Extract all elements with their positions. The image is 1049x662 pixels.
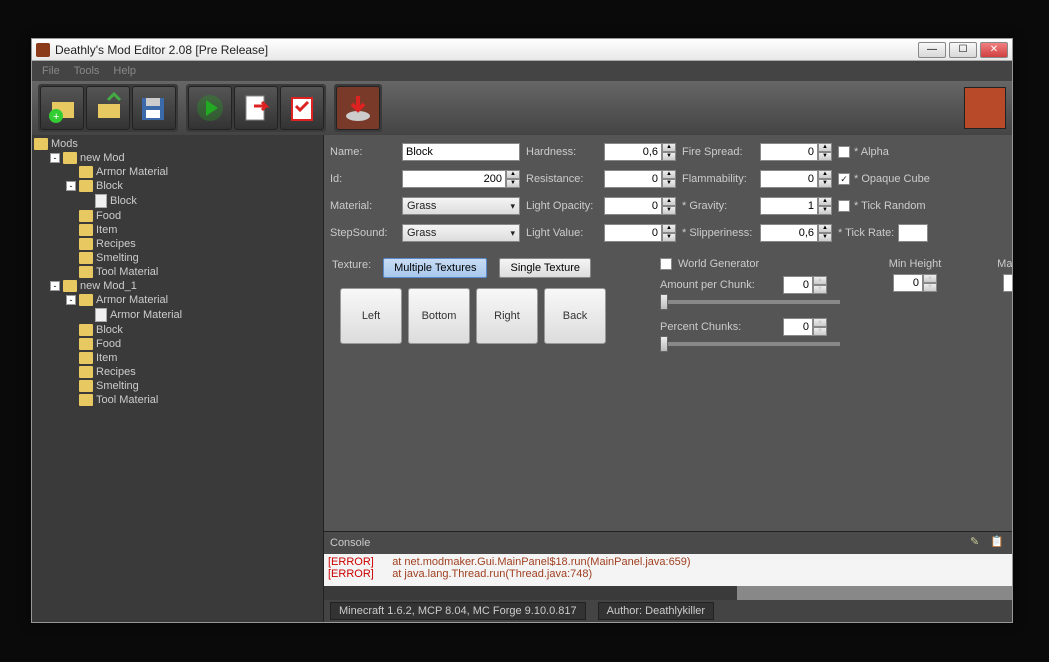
toolbar: +: [32, 81, 1012, 135]
tree-item[interactable]: Tool Material: [34, 265, 321, 279]
flammability-spinner[interactable]: ▲▼: [760, 170, 832, 188]
new-mod-button[interactable]: +: [40, 86, 84, 130]
tree-item[interactable]: Item: [34, 223, 321, 237]
avatar: [964, 87, 1006, 129]
tree-item[interactable]: -new Mod_1: [34, 279, 321, 293]
checklist-button[interactable]: [280, 86, 324, 130]
tree-item[interactable]: Item: [34, 351, 321, 365]
hardness-spinner[interactable]: ▲▼: [604, 143, 676, 161]
lightvalue-spinner[interactable]: ▲▼: [604, 224, 676, 242]
menubar: File Tools Help: [32, 61, 1012, 81]
lightopacity-spinner[interactable]: ▲▼: [604, 197, 676, 215]
stepsound-combo[interactable]: Grass: [402, 224, 520, 242]
alpha-checkbox[interactable]: [838, 146, 850, 158]
statusbar: Minecraft 1.6.2, MCP 8.04, MC Forge 9.10…: [324, 600, 1012, 622]
tree-root[interactable]: Mods: [34, 137, 321, 151]
open-button[interactable]: [86, 86, 130, 130]
clear-console-icon[interactable]: ✎: [970, 535, 986, 551]
tree-item[interactable]: -Armor Material: [34, 293, 321, 307]
tickrandom-checkbox[interactable]: [838, 200, 850, 212]
tree-item[interactable]: -new Mod: [34, 151, 321, 165]
properties-panel: Name: Id:▲▼ Material:Grass StepSound:Gra…: [324, 135, 1012, 250]
menu-tools[interactable]: Tools: [68, 63, 106, 79]
gravity-spinner[interactable]: ▲▼: [760, 197, 832, 215]
slipperiness-spinner[interactable]: ▲▼: [760, 224, 832, 242]
amount-slider[interactable]: [660, 300, 840, 304]
tree-item[interactable]: -Block: [34, 179, 321, 193]
export-button[interactable]: [234, 86, 278, 130]
minimize-button[interactable]: —: [918, 42, 946, 58]
percent-spinner[interactable]: ▲▼: [783, 318, 827, 336]
console-title: Console: [330, 537, 370, 549]
single-texture-tab[interactable]: Single Texture: [499, 258, 591, 278]
texture-back-button[interactable]: Back: [544, 288, 606, 344]
texture-section: Texture: Multiple Textures Single Textur…: [324, 250, 1012, 531]
titlebar[interactable]: Deathly's Mod Editor 2.08 [Pre Release] …: [32, 39, 1012, 61]
main-window: Deathly's Mod Editor 2.08 [Pre Release] …: [31, 38, 1013, 623]
maximize-button[interactable]: ☐: [949, 42, 977, 58]
multiple-textures-tab[interactable]: Multiple Textures: [383, 258, 487, 278]
worldgen-checkbox[interactable]: [660, 258, 672, 270]
firespread-spinner[interactable]: ▲▼: [760, 143, 832, 161]
save-button[interactable]: [132, 86, 176, 130]
tree-item[interactable]: Armor Material: [34, 307, 321, 323]
menu-file[interactable]: File: [36, 63, 66, 79]
opaque-checkbox[interactable]: ✓: [838, 173, 850, 185]
tree-item[interactable]: Recipes: [34, 237, 321, 251]
tree-item[interactable]: Smelting: [34, 251, 321, 265]
amount-spinner[interactable]: ▲▼: [783, 276, 827, 294]
maxheight-spinner[interactable]: ▲▼: [1003, 274, 1012, 292]
status-author: Author: Deathlykiller: [598, 602, 714, 620]
tree-item[interactable]: Food: [34, 337, 321, 351]
explorer-tree[interactable]: Mods -new ModArmor Material-BlockBlockFo…: [32, 135, 324, 622]
run-button[interactable]: [188, 86, 232, 130]
app-icon: [36, 43, 50, 57]
install-button[interactable]: [336, 86, 380, 130]
texture-right-button[interactable]: Right: [476, 288, 538, 344]
status-version: Minecraft 1.6.2, MCP 8.04, MC Forge 9.10…: [330, 602, 586, 620]
tickrate-input[interactable]: [898, 224, 928, 242]
console-scrollbar[interactable]: [324, 586, 1012, 600]
tree-item[interactable]: Food: [34, 209, 321, 223]
texture-bottom-button[interactable]: Bottom: [408, 288, 470, 344]
percent-slider[interactable]: [660, 342, 840, 346]
tree-item[interactable]: Block: [34, 193, 321, 209]
tree-item[interactable]: Armor Material: [34, 165, 321, 179]
copy-console-icon[interactable]: 📋: [990, 535, 1006, 551]
tree-item[interactable]: Tool Material: [34, 393, 321, 407]
close-button[interactable]: ✕: [980, 42, 1008, 58]
tree-item[interactable]: Recipes: [34, 365, 321, 379]
menu-help[interactable]: Help: [107, 63, 142, 79]
resistance-spinner[interactable]: ▲▼: [604, 170, 676, 188]
name-input[interactable]: [402, 143, 520, 161]
svg-text:+: +: [53, 111, 59, 123]
tree-item[interactable]: Smelting: [34, 379, 321, 393]
tree-item[interactable]: Block: [34, 323, 321, 337]
console-panel: Console ✎ 📋 [ERROR] at net.modmaker.Gui.…: [324, 531, 1012, 600]
texture-left-button[interactable]: Left: [340, 288, 402, 344]
window-title: Deathly's Mod Editor 2.08 [Pre Release]: [55, 43, 918, 57]
material-combo[interactable]: Grass: [402, 197, 520, 215]
id-spinner[interactable]: ▲▼: [402, 170, 520, 188]
console-output[interactable]: [ERROR] at net.modmaker.Gui.MainPanel$18…: [324, 554, 1012, 586]
minheight-spinner[interactable]: ▲▼: [893, 274, 937, 292]
